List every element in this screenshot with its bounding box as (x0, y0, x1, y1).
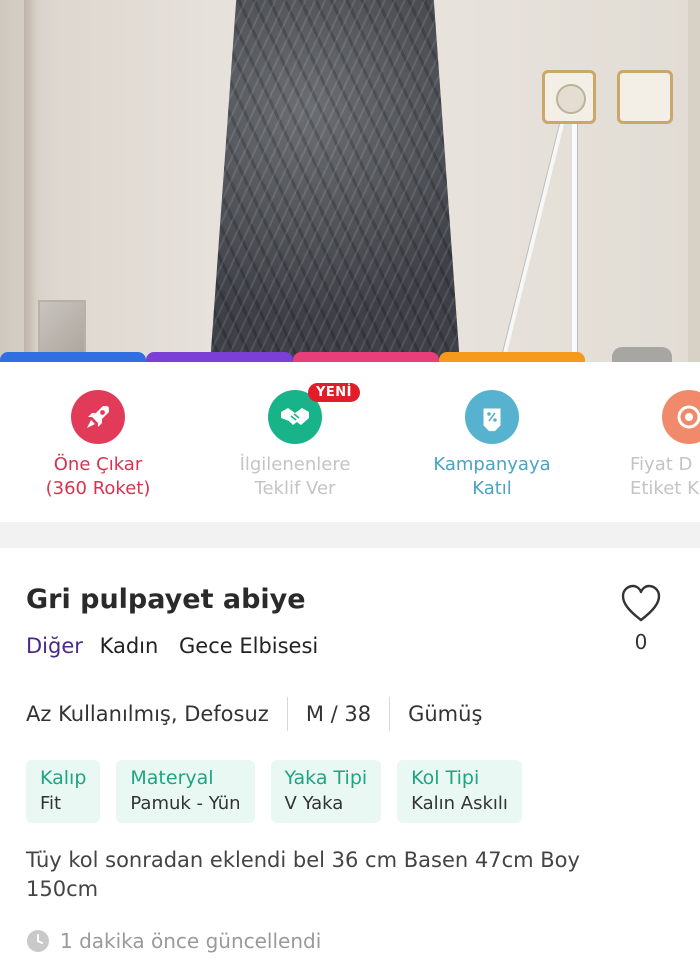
door-frame (24, 0, 38, 362)
attribute-chip-neckline: Yaka Tipi V Yaka (270, 760, 382, 823)
action-campaign-line1: Kampanyaya (433, 454, 551, 475)
action-offer-line1: İlgilenenlere (239, 454, 351, 475)
spec-divider (286, 697, 288, 731)
photo-page-indicator (612, 347, 672, 362)
breadcrumb: Diğer Kadın Gece Elbisesi (26, 634, 332, 658)
clock-icon (27, 930, 49, 952)
promo-tab-pink[interactable] (292, 352, 439, 362)
discount-tag-icon (465, 390, 519, 444)
product-photo[interactable] (0, 0, 700, 362)
attribute-value: V Yaka (284, 793, 344, 814)
category-link-women[interactable]: Kadın (100, 634, 159, 658)
like-count: 0 (634, 630, 648, 654)
action-boost-line2: (360 Roket) (45, 478, 151, 499)
attribute-key: Yaka Tipi (284, 767, 368, 789)
action-campaign-label: Kampanyaya Katıl (407, 453, 577, 501)
attribute-key: Kalıp (40, 767, 87, 789)
attribute-value: Fit (40, 793, 62, 814)
brand-link[interactable]: Diğer (26, 634, 83, 658)
condition-text: Az Kullanılmış, Defosuz (26, 702, 269, 726)
sequin-dress (210, 0, 460, 362)
spec-divider (389, 697, 391, 731)
action-price-line2: Etiket K (630, 478, 699, 499)
product-title: Gri pulpayet abiye (26, 584, 306, 615)
action-offer-label: İlgilenenlere Teklif Ver (210, 453, 380, 501)
size-text: M / 38 (305, 702, 372, 726)
action-campaign-line2: Katıl (472, 478, 512, 499)
attribute-chip-fit: Kalıp Fit (26, 760, 101, 823)
section-divider (0, 522, 700, 548)
power-cable (499, 112, 567, 362)
power-cable-2 (572, 118, 578, 362)
product-description: Tüy kol sonradan eklendi bel 36 cm Basen… (26, 848, 580, 901)
action-price-line1: Fiyat D (630, 454, 693, 475)
new-badge: YENİ (308, 383, 361, 402)
promo-tab-strip[interactable] (0, 352, 585, 362)
attribute-chip-sleeve: Kol Tipi Kalın Askılı (397, 760, 522, 823)
attribute-key: Kol Tipi (411, 767, 480, 789)
wall-switch (617, 70, 673, 124)
rocket-icon (71, 390, 125, 444)
action-offer-line2: Teklif Ver (254, 478, 336, 499)
last-updated: 1 dakika önce güncellendi (26, 929, 321, 953)
attribute-value: Pamuk - Yün (130, 793, 241, 814)
attribute-chip-material: Materyal Pamuk - Yün (116, 760, 255, 823)
color-text: Gümüş (408, 702, 483, 726)
action-boost-line1: Öne Çıkar (53, 454, 143, 475)
promo-tab-blue[interactable] (0, 352, 147, 362)
last-updated-text: 1 dakika önce güncellendi (60, 929, 322, 953)
price-label-icon (662, 390, 700, 444)
category-link-evening-dress[interactable]: Gece Elbisesi (179, 634, 318, 658)
product-specs: Az Kullanılmış, Defosuz M / 38 Gümüş (26, 697, 482, 731)
wall-edge (688, 0, 700, 362)
promo-tab-purple[interactable] (146, 352, 293, 362)
attribute-chips: Kalıp Fit Materyal Pamuk - Yün Yaka Tipi… (26, 760, 522, 823)
promo-tab-orange[interactable] (438, 352, 585, 362)
action-price-label-text: Fiyat D Etiket K (630, 453, 700, 501)
attribute-key: Materyal (130, 767, 214, 789)
favorite-heart-icon[interactable] (620, 584, 662, 624)
attribute-value: Kalın Askılı (411, 793, 508, 814)
wall-socket (542, 70, 596, 124)
seller-actions-row: Öne Çıkar (360 Roket) İlgilenenlere Tekl… (0, 362, 700, 522)
action-boost-label: Öne Çıkar (360 Roket) (13, 453, 183, 501)
